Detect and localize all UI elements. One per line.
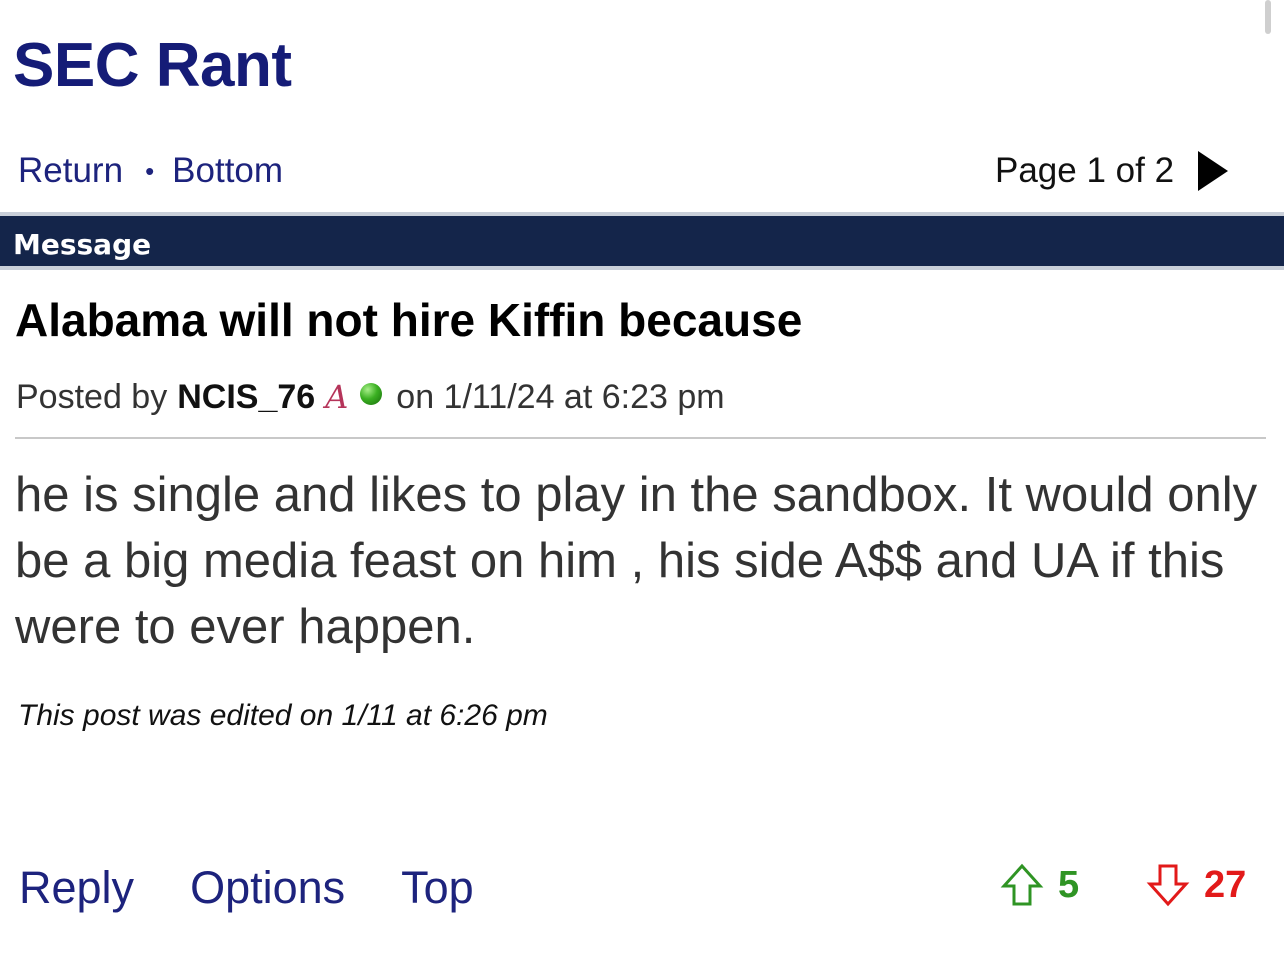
- downvote-count: 27: [1204, 863, 1247, 906]
- downvote-button[interactable]: 27: [1146, 860, 1246, 910]
- board-title[interactable]: SEC Rant: [13, 30, 292, 102]
- next-page-icon[interactable]: [1198, 151, 1229, 191]
- arrow-down-icon: [1146, 864, 1190, 907]
- top-navigation: Return • Bottom: [18, 148, 283, 194]
- options-link[interactable]: Options: [190, 860, 345, 916]
- top-link[interactable]: Top: [401, 860, 474, 916]
- return-link[interactable]: Return: [18, 151, 123, 191]
- upvote-count: 5: [1058, 863, 1080, 906]
- arrow-up-icon: [1000, 863, 1044, 906]
- message-header-bar: Message: [0, 212, 1284, 270]
- team-logo-icon: A: [325, 378, 349, 416]
- page-indicator: Page 1 of 2: [995, 151, 1175, 190]
- post-title: Alabama will not hire Kiffin because: [15, 294, 803, 346]
- nav-separator: •: [145, 155, 155, 186]
- reply-link[interactable]: Reply: [19, 860, 134, 916]
- bottom-link[interactable]: Bottom: [172, 151, 283, 191]
- post-timestamp: on 1/11/24 at 6:23 pm: [396, 377, 725, 416]
- post-body: he is single and likes to play in the sa…: [15, 468, 1258, 654]
- online-status-icon: [360, 383, 383, 405]
- posted-by-label: Posted by: [16, 377, 168, 416]
- upvote-button[interactable]: 5: [1000, 860, 1079, 910]
- message-header-label: Message: [13, 228, 152, 261]
- page: SEC Rant Return • Bottom Page 1 of 2 Mes…: [0, 0, 1284, 959]
- divider: [15, 437, 1266, 439]
- scrollbar-thumb[interactable]: [1265, 0, 1271, 34]
- pagination: Page 1 of 2: [995, 148, 1229, 194]
- edited-note: This post was edited on 1/11 at 6:26 pm: [18, 699, 548, 732]
- post-meta: Posted by NCIS_76 A on 1/11/24 at 6:23 p…: [16, 374, 725, 420]
- author-link[interactable]: NCIS_76: [177, 378, 315, 417]
- post-actions: Reply Options Top: [19, 860, 530, 916]
